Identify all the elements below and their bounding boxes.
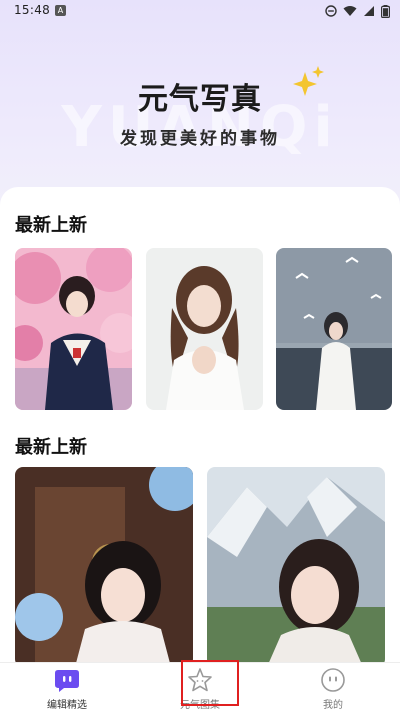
status-time: 15:48 [14,3,51,17]
photo-card[interactable] [146,248,263,410]
nav-label: 我的 [323,700,343,711]
page-subtitle: 发现更美好的事物 [120,129,280,149]
section-title-latest: 最新上新 [15,437,87,458]
status-bar: 15:48 A [0,0,400,24]
battery-icon [381,4,390,18]
signal-icon [364,6,374,16]
photo-card[interactable] [15,467,193,662]
highlight-box [181,660,239,706]
page-title: 元气写真 [138,82,262,117]
face-icon [321,668,345,692]
section-title-latest: 最新上新 [15,215,87,236]
nav-item-me[interactable]: 我的 [293,663,373,711]
photo-image [15,248,132,410]
wifi-icon [343,6,357,16]
photo-image [15,467,193,662]
content-card: 最新上新 最新上新 [0,187,400,662]
photo-card[interactable] [15,248,132,410]
do-not-disturb-icon [325,5,337,17]
nav-item-editor-picks[interactable]: 编辑精选 [17,663,117,711]
photo-image [207,467,385,662]
photo-image [276,248,392,410]
status-icons [325,4,390,18]
nav-label: 编辑精选 [47,700,87,711]
photo-image [146,248,263,410]
sparkle-icon [293,66,324,96]
photo-card[interactable] [207,467,385,662]
notification-app-icon: A [55,5,66,16]
photo-card[interactable] [276,248,392,410]
chat-bubble-icon [55,670,79,692]
